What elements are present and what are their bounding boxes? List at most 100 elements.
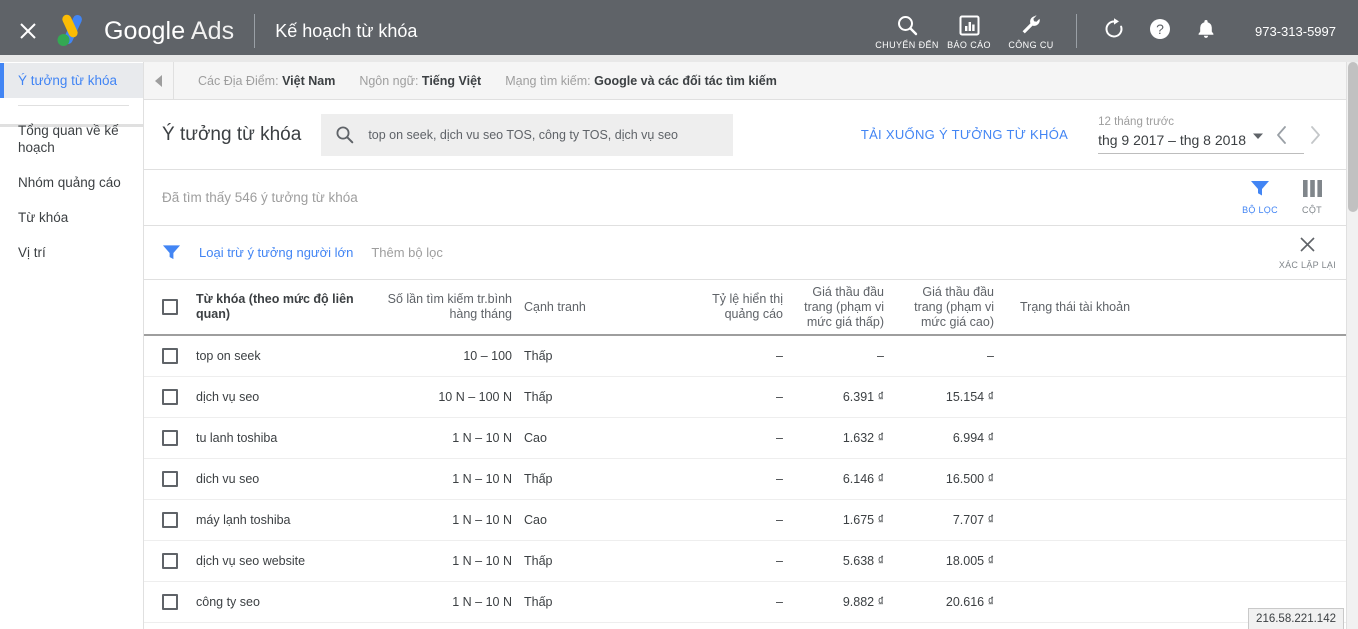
column-header-keyword[interactable]: Từ khóa (theo mức độ liên quan) xyxy=(196,292,364,322)
search-icon xyxy=(896,12,918,38)
cell-keyword: dịch vụ seo website xyxy=(196,554,364,568)
top-bar-actions: CHUYỂN ĐẾN BÁO CÁO CÔNG CỤ xyxy=(876,0,1358,62)
sidebar-item-plan-overview[interactable]: Tổng quan về kế hoạch xyxy=(0,113,143,165)
column-header-avg-monthly-searches[interactable]: Số lần tìm kiếm tr.bình hàng tháng xyxy=(364,292,522,322)
date-range-nav xyxy=(1264,118,1332,152)
row-checkbox[interactable] xyxy=(162,471,178,487)
report-bar-chart-icon xyxy=(959,12,980,38)
table-header-row: Từ khóa (theo mức độ liên quan) Số lần t… xyxy=(144,280,1348,336)
breadcrumb-locations-label: Các Địa Điểm: xyxy=(198,74,279,88)
cell-avg-monthly-searches: 1 N – 10 N xyxy=(364,472,522,486)
breadcrumb-language-label: Ngôn ngữ: xyxy=(359,74,418,88)
cell-keyword: tu lanh toshiba xyxy=(196,431,364,445)
cell-keyword: top on seek xyxy=(196,349,364,363)
cell-bid-low: – xyxy=(787,349,892,363)
filter-funnel-icon xyxy=(1250,180,1270,202)
breadcrumb-network-value: Google và các đối tác tìm kiếm xyxy=(594,74,777,88)
status-bar-url: 216.58.221.142 xyxy=(1248,608,1344,629)
table-row[interactable]: máy lạnh toshiba 1 N – 10 N Cao – 1.675 … xyxy=(144,500,1348,541)
keyword-ideas-table: Từ khóa (theo mức độ liên quan) Số lần t… xyxy=(144,280,1348,623)
row-checkbox[interactable] xyxy=(162,512,178,528)
row-checkbox[interactable] xyxy=(162,553,178,569)
sidebar-item-locations[interactable]: Vị trí xyxy=(0,235,143,270)
goto-label: CHUYỂN ĐẾN xyxy=(875,40,939,50)
breadcrumb-locations[interactable]: Các Địa Điểm: Việt Nam xyxy=(198,74,335,88)
cell-competition: Cao xyxy=(522,513,677,527)
table-row[interactable]: top on seek 10 – 100 Thấp – – – xyxy=(144,336,1348,377)
sidebar-divider xyxy=(18,105,129,106)
date-range-picker: 12 tháng trước thg 9 2017 – thg 8 2018 xyxy=(1098,115,1332,154)
row-checkbox[interactable] xyxy=(162,389,178,405)
cell-keyword: công ty seo xyxy=(196,595,364,609)
cell-bid-high: – xyxy=(892,349,1002,363)
cell-keyword: máy lạnh toshiba xyxy=(196,513,364,527)
goto-button[interactable]: CHUYỂN ĐẾN xyxy=(876,0,938,62)
refresh-icon xyxy=(1102,17,1126,46)
table-row[interactable]: dich vu seo 1 N – 10 N Thấp – 6.146 ₫ 16… xyxy=(144,459,1348,500)
top-actions-divider xyxy=(1076,14,1077,48)
page-title: Ý tưởng từ khóa xyxy=(162,124,301,146)
sidebar-item-keyword-ideas[interactable]: Ý tưởng từ khóa xyxy=(0,63,143,98)
cell-avg-monthly-searches: 1 N – 10 N xyxy=(364,513,522,527)
help-button[interactable]: ? xyxy=(1137,8,1183,54)
filter-chip-row: Loại trừ ý tưởng người lớn Thêm bộ lọc X… xyxy=(144,226,1348,280)
cell-ad-impression-share: – xyxy=(677,472,787,486)
table-row[interactable]: tu lanh toshiba 1 N – 10 N Cao – 1.632 ₫… xyxy=(144,418,1348,459)
cell-competition: Thấp xyxy=(522,554,677,568)
chevron-right-icon[interactable] xyxy=(1298,118,1332,152)
close-icon[interactable] xyxy=(14,17,42,45)
columns-button[interactable]: CỘT xyxy=(1286,180,1338,215)
row-checkbox[interactable] xyxy=(162,348,178,364)
sidebar-item-keywords[interactable]: Từ khóa xyxy=(0,200,143,235)
close-icon xyxy=(1299,236,1316,258)
cell-bid-low: 9.882 ₫ xyxy=(787,595,892,609)
table-row[interactable]: dịch vụ seo website 1 N – 10 N Thấp – 5.… xyxy=(144,541,1348,582)
horizontal-scrollbar-track[interactable] xyxy=(0,55,1358,62)
chevron-down-icon[interactable] xyxy=(1252,129,1264,147)
notifications-button[interactable] xyxy=(1183,8,1229,54)
brand-divider xyxy=(254,14,255,48)
search-input[interactable]: top on seek, dịch vu seo TOS, công ty TO… xyxy=(321,114,733,156)
column-header-ad-impression-share[interactable]: Tỷ lệ hiển thị quảng cáo xyxy=(677,292,787,322)
breadcrumb-network[interactable]: Mạng tìm kiếm: Google và các đối tác tìm… xyxy=(505,74,777,88)
filters-button[interactable]: BỘ LỌC xyxy=(1234,180,1286,215)
cell-bid-high: 16.500 ₫ xyxy=(892,472,1002,486)
cell-ad-impression-share: – xyxy=(677,349,787,363)
reports-button[interactable]: BÁO CÁO xyxy=(938,0,1000,62)
column-header-top-of-page-bid-high[interactable]: Giá thầu đầu trang (phạm vi mức giá cao) xyxy=(892,285,1002,330)
brand-google: Google xyxy=(104,17,185,45)
tools-button[interactable]: CÔNG CỤ xyxy=(1000,0,1062,62)
row-checkbox-cell xyxy=(144,430,196,446)
select-all-checkbox[interactable] xyxy=(162,299,178,315)
column-header-account-status[interactable]: Trạng thái tài khoản xyxy=(1002,300,1348,315)
add-filter-button[interactable]: Thêm bộ lọc xyxy=(371,245,443,260)
row-checkbox[interactable] xyxy=(162,594,178,610)
reports-label: BÁO CÁO xyxy=(947,40,991,50)
vertical-scrollbar-thumb[interactable] xyxy=(1348,62,1358,212)
cell-ad-impression-share: – xyxy=(677,513,787,527)
column-header-top-of-page-bid-low[interactable]: Giá thầu đầu trang (phạm vi mức giá thấp… xyxy=(787,285,892,330)
column-header-competition[interactable]: Cạnh tranh xyxy=(522,300,677,315)
download-keyword-ideas-button[interactable]: TẢI XUỐNG Ý TƯỞNG TỪ KHÓA xyxy=(861,127,1068,142)
sidebar-item-ad-groups[interactable]: Nhóm quảng cáo xyxy=(0,165,143,200)
reset-filters-button[interactable]: XÁC LẬP LẠI xyxy=(1279,236,1336,270)
reset-label: XÁC LẬP LẠI xyxy=(1279,260,1336,270)
cell-ad-impression-share: – xyxy=(677,595,787,609)
row-checkbox[interactable] xyxy=(162,430,178,446)
cell-keyword: dịch vụ seo xyxy=(196,390,364,404)
results-count-row: Đã tìm thấy 546 ý tưởng từ khóa BỘ LỌC xyxy=(144,170,1348,226)
cell-bid-high: 7.707 ₫ xyxy=(892,513,1002,527)
collapse-left-arrow-icon[interactable] xyxy=(144,62,174,100)
filter-chip-exclude-adult[interactable]: Loại trừ ý tưởng người lớn xyxy=(199,245,353,260)
filter-funnel-icon xyxy=(162,244,181,261)
row-checkbox-cell xyxy=(144,471,196,487)
sidebar-item-label: Vị trí xyxy=(18,245,46,260)
vertical-scrollbar[interactable] xyxy=(1346,62,1358,629)
table-row[interactable]: dịch vụ seo 10 N – 100 N Thấp – 6.391 ₫ … xyxy=(144,377,1348,418)
main-content: Các Địa Điểm: Việt Nam Ngôn ngữ: Tiếng V… xyxy=(144,62,1348,629)
chevron-left-icon[interactable] xyxy=(1264,118,1298,152)
table-row[interactable]: công ty seo 1 N – 10 N Thấp – 9.882 ₫ 20… xyxy=(144,582,1348,623)
breadcrumb-language[interactable]: Ngôn ngữ: Tiếng Việt xyxy=(359,74,481,88)
svg-text:?: ? xyxy=(1156,21,1164,37)
refresh-button[interactable] xyxy=(1091,8,1137,54)
